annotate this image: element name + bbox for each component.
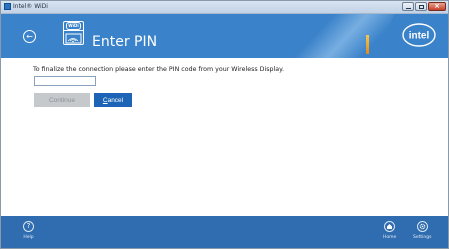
home-button[interactable]: Home [383, 221, 396, 240]
continue-button[interactable]: Continue [34, 93, 90, 107]
header-light-streak [284, 14, 398, 58]
minimize-button[interactable] [402, 2, 414, 11]
help-button[interactable]: ? Help [23, 221, 34, 240]
back-button[interactable]: ← [23, 30, 36, 43]
app-window: Intel® WiDi × ← WiDi Enter PIN intel To … [0, 0, 449, 249]
widi-logo: WiDi [63, 21, 84, 45]
home-label: Home [383, 235, 397, 240]
help-label: Help [23, 235, 34, 240]
window-title: Intel® WiDi [13, 3, 48, 10]
pin-input[interactable] [34, 76, 96, 86]
window-controls: × [402, 2, 446, 11]
maximize-button[interactable] [415, 2, 427, 11]
home-icon [384, 221, 396, 232]
maximize-icon [418, 4, 424, 9]
cancel-label-rest: ancel [107, 97, 124, 104]
main-content: To finalize the connection please enter … [1, 58, 448, 216]
arrow-left-icon: ← [26, 31, 33, 41]
minimize-icon [405, 7, 411, 9]
wireless-display-icon [65, 33, 82, 44]
settings-label: Settings [413, 235, 432, 240]
page-header: ← WiDi Enter PIN intel [1, 14, 448, 58]
app-icon [4, 3, 11, 10]
intel-logo: intel [402, 23, 436, 47]
close-button[interactable]: × [428, 2, 446, 11]
intel-logo-text: intel [409, 31, 430, 42]
page-title: Enter PIN [92, 34, 158, 50]
close-icon: × [434, 2, 440, 10]
gear-icon [416, 221, 428, 232]
header-accent-bar [366, 35, 369, 54]
title-bar: Intel® WiDi × [1, 1, 448, 14]
app-bar: ? Help Home Settings [1, 216, 448, 248]
settings-button[interactable]: Settings [413, 221, 431, 240]
cancel-button[interactable]: Cancel [94, 93, 132, 107]
instruction-text: To finalize the connection please enter … [33, 66, 284, 73]
question-icon: ? [23, 221, 34, 232]
widi-logo-text: WiDi [66, 22, 81, 30]
